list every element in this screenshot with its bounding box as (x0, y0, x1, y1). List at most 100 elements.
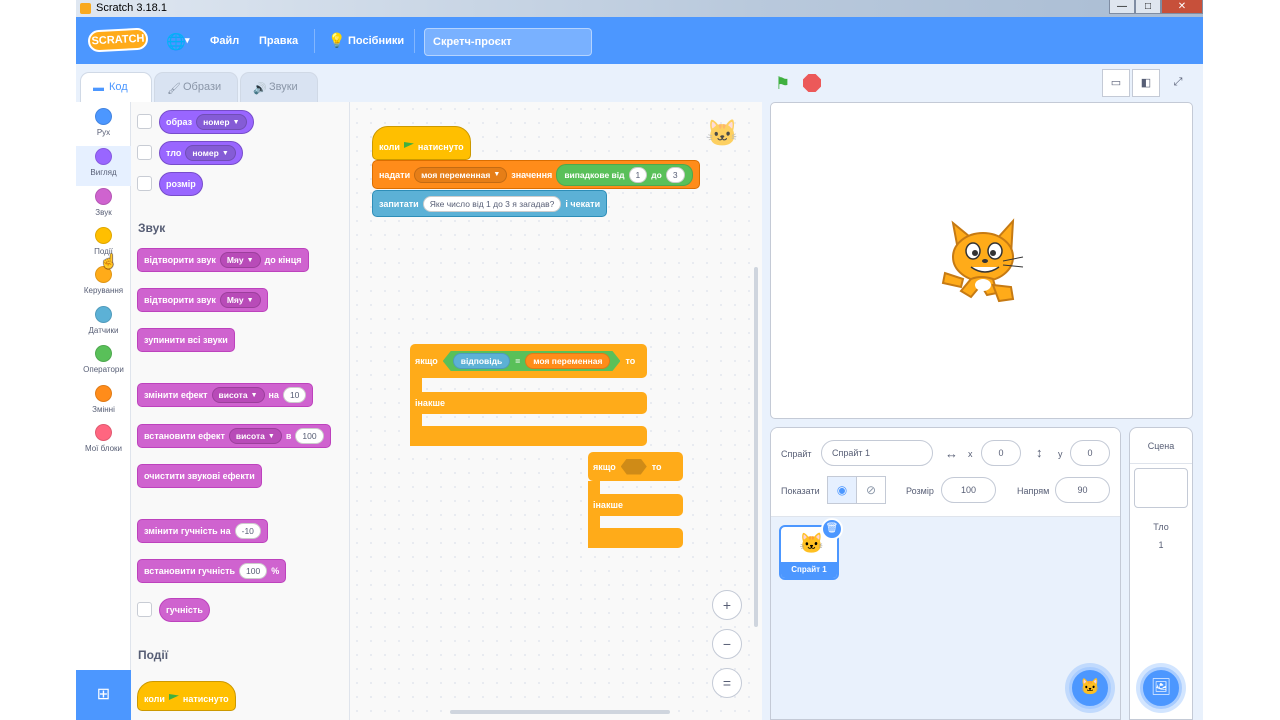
effect-dropdown[interactable]: висота ▼ (211, 387, 265, 403)
block-change-volume[interactable]: змінити гучність на -10 (137, 519, 268, 543)
block-play-sound-until-done[interactable]: відтворити звук Мяу ▼ до кінця (137, 248, 309, 272)
zoom-reset-button[interactable]: = (712, 668, 742, 698)
sound-dropdown[interactable]: Мяу ▼ (219, 252, 261, 268)
minimize-button[interactable]: — (1109, 0, 1135, 14)
green-flag-icon[interactable]: ⚑ (775, 74, 793, 93)
block-label: і чекати (565, 198, 601, 209)
horizontal-scrollbar[interactable] (450, 710, 670, 714)
script-area[interactable]: 🐱 коли натиснуто надати моя переменная ▼ … (350, 102, 762, 720)
effect-dropdown[interactable]: висота ▼ (228, 428, 282, 444)
empty-condition-slot[interactable] (620, 458, 647, 475)
stage-canvas[interactable] (770, 102, 1193, 419)
number-input[interactable]: 10 (282, 387, 307, 403)
sprite-name-input[interactable]: Спрайт 1 (821, 440, 933, 466)
backdrop-dropdown[interactable]: номер ▼ (185, 145, 236, 161)
category-label: Звук (95, 208, 112, 217)
monitor-checkbox[interactable] (137, 176, 152, 191)
if-header[interactable]: якщо то (588, 452, 683, 481)
menu-file[interactable]: Файл (210, 35, 239, 47)
number-input[interactable]: 1 (628, 166, 648, 183)
project-title-input[interactable]: Скретч-проєкт (424, 28, 592, 56)
script-ask-and-wait[interactable]: запитати Яке число від 1 до 3 я загадав?… (372, 190, 608, 217)
block-change-sound-effect[interactable]: змінити ефект висота ▼ на 10 (137, 383, 314, 407)
category-variables[interactable]: Змінні (76, 385, 131, 423)
category-my-blocks[interactable]: Мої блоки (76, 424, 131, 462)
block-start-sound[interactable]: відтворити звук Мяу ▼ (137, 288, 268, 312)
cat-sprite[interactable] (941, 215, 1025, 309)
monitor-checkbox[interactable] (137, 145, 152, 160)
block-set-sound-effect[interactable]: встановити ефект висота ▼ в 100 (137, 424, 331, 448)
number-input[interactable]: 100 (295, 428, 324, 444)
category-motion[interactable]: Рух (76, 108, 131, 146)
globe-icon[interactable]: 🌐 (166, 32, 186, 52)
number-input[interactable]: 100 (239, 563, 268, 579)
show-sprite-button[interactable]: ◉ (827, 476, 857, 504)
category-sound[interactable]: Звук (76, 188, 131, 226)
tab-code[interactable]: ▬ Код (80, 72, 152, 104)
add-backdrop-button[interactable]: 🖼 (1140, 667, 1182, 709)
size-input[interactable]: 100 (941, 477, 996, 503)
add-extension-button[interactable]: ⊞ (76, 670, 131, 720)
category-looks[interactable]: Вигляд (76, 146, 131, 186)
zoom-out-icon: − (722, 636, 732, 652)
pick-random-reporter[interactable]: випадкове від 1 до 3 (556, 163, 693, 186)
delete-sprite-button[interactable]: 🗑 (821, 518, 843, 540)
costume-dropdown[interactable]: номер ▼ (196, 114, 247, 130)
green-flag-icon (168, 694, 179, 700)
script-set-variable[interactable]: надати моя переменная ▼ значення випадков… (372, 160, 700, 189)
else-header[interactable]: інакше (588, 494, 683, 516)
text-input[interactable]: Яке число від 1 до 3 я загадав? (422, 195, 562, 212)
stop-icon[interactable] (803, 74, 821, 92)
fullscreen-button[interactable]: ⤢ (1164, 69, 1192, 97)
block-clear-sound-effects[interactable]: очистити звукові ефекти (137, 464, 262, 488)
block-when-flag-clicked[interactable]: коли натиснуто (137, 681, 236, 711)
script-if-else-2[interactable]: якщо то інакше (588, 452, 684, 548)
scratch-logo[interactable]: SCRATCH (87, 27, 149, 53)
equals-operator[interactable]: відповідь = моя переменная (443, 351, 621, 371)
direction-input[interactable]: 90 (1055, 477, 1110, 503)
tab-costumes[interactable]: 🖌 Образи (154, 72, 238, 103)
zoom-out-button[interactable]: − (712, 629, 742, 659)
monitor-checkbox[interactable] (137, 602, 152, 617)
if-header[interactable]: якщо відповідь = моя переменная то (410, 344, 647, 378)
category-operators[interactable]: Оператори (76, 345, 131, 383)
category-sensing[interactable]: Датчики (76, 306, 131, 344)
cat-sprite-icon: 🐱 (799, 533, 824, 555)
y-input[interactable]: 0 (1070, 440, 1110, 466)
menu-tutorials[interactable]: Посібники (348, 35, 404, 47)
lightbulb-icon[interactable]: 💡 (328, 32, 345, 49)
sound-dropdown[interactable]: Мяу ▼ (219, 292, 261, 308)
backdrop-thumbnail[interactable] (1134, 468, 1188, 508)
answer-reporter[interactable]: відповідь (453, 353, 511, 369)
block-stop-all-sounds[interactable]: зупинити всі звуки (137, 328, 235, 352)
tab-sounds[interactable]: 🔊 Звуки (240, 72, 318, 103)
small-stage-icon: ▭ (1110, 77, 1122, 89)
zoom-reset-icon: = (722, 675, 732, 691)
menu-edit[interactable]: Правка (259, 35, 298, 47)
block-label: до кінця (264, 255, 302, 265)
vertical-scrollbar[interactable] (754, 267, 758, 627)
normal-stage-button[interactable]: ◧ (1132, 69, 1160, 97)
block-volume[interactable]: гучність (159, 598, 210, 622)
close-button[interactable]: ✕ (1161, 0, 1203, 14)
variable-dropdown[interactable]: моя переменная ▼ (414, 166, 508, 183)
block-label: коли (379, 142, 400, 152)
number-input[interactable]: -10 (234, 523, 261, 539)
else-header[interactable]: інакше (410, 392, 647, 414)
x-input[interactable]: 0 (981, 440, 1021, 466)
block-backdrop-number[interactable]: тло номер ▼ (159, 141, 243, 165)
hide-sprite-button[interactable]: ⊘ (856, 476, 886, 504)
script-if-else-1[interactable]: якщо відповідь = моя переменная то інакш… (410, 344, 648, 446)
block-set-volume[interactable]: встановити гучність 100 % (137, 559, 287, 583)
variable-reporter[interactable]: моя переменная (525, 353, 610, 369)
number-input[interactable]: 3 (665, 166, 685, 183)
zoom-in-button[interactable]: + (712, 590, 742, 620)
block-costume-number[interactable]: образ номер ▼ (159, 110, 254, 134)
add-sprite-button[interactable]: 🐱 (1069, 667, 1111, 709)
monitor-checkbox[interactable] (137, 114, 152, 129)
script-when-flag-clicked[interactable]: коли натиснуто (372, 126, 471, 160)
small-stage-button[interactable]: ▭ (1102, 69, 1130, 97)
maximize-button[interactable]: □ (1135, 0, 1161, 14)
block-size[interactable]: розмір (159, 172, 203, 196)
category-control[interactable]: Керування (76, 266, 131, 304)
